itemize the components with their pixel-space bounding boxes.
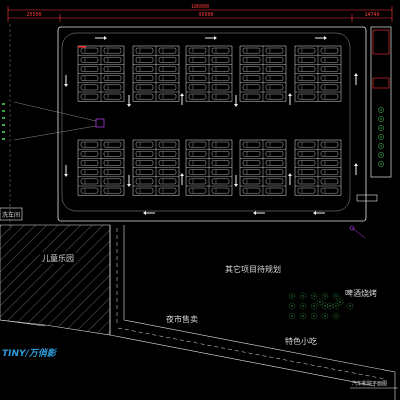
night-market-label: 夜市售卖 bbox=[166, 314, 198, 324]
tree-trunk bbox=[335, 315, 337, 317]
tree-trunk bbox=[324, 305, 326, 307]
tree-trunk bbox=[349, 305, 351, 307]
tree-trunk bbox=[302, 315, 304, 317]
tree-trunk bbox=[302, 305, 304, 307]
tree-trunk bbox=[380, 154, 382, 156]
dim-total: 186000 bbox=[191, 4, 209, 10]
tree-trunk bbox=[335, 295, 337, 297]
tree-trunk bbox=[380, 136, 382, 138]
playground-label: 儿童乐园 bbox=[42, 253, 74, 263]
tree-trunk bbox=[291, 305, 293, 307]
tree-trunk bbox=[380, 118, 382, 120]
tree-trunk bbox=[302, 295, 304, 297]
dim-mid: 95600 bbox=[198, 12, 213, 18]
tree-trunk bbox=[339, 301, 341, 303]
tree-trunk bbox=[324, 295, 326, 297]
tree-trunk bbox=[335, 305, 337, 307]
snacks-label: 特色小吃 bbox=[285, 336, 317, 346]
tree-trunk bbox=[313, 295, 315, 297]
tree-trunk bbox=[380, 127, 382, 129]
tree-trunk bbox=[291, 315, 293, 317]
site-plan: 186000 25500 95600 14740 洗车间 儿童乐园 其它项目待规… bbox=[0, 0, 400, 400]
tree-trunk bbox=[324, 315, 326, 317]
tree-trunk bbox=[291, 295, 293, 297]
dim-right: 14740 bbox=[364, 12, 379, 18]
tree-trunk bbox=[313, 315, 315, 317]
tree-trunk bbox=[313, 305, 315, 307]
tree-trunk bbox=[319, 301, 321, 303]
logo-text: TINY/万俏影 bbox=[2, 348, 58, 359]
car-wash-label: 洗车间 bbox=[2, 211, 20, 219]
dim-left: 25500 bbox=[26, 12, 41, 18]
tree-trunk bbox=[380, 163, 382, 165]
reserved-area-label: 其它项目待规划 bbox=[225, 264, 281, 274]
drawing-title: 汽车影院平面图 bbox=[352, 380, 387, 387]
wheel-stop bbox=[78, 46, 86, 48]
tree-trunk bbox=[380, 109, 382, 111]
tree-trunk bbox=[380, 145, 382, 147]
tree-trunk bbox=[329, 305, 331, 307]
beer-bbq-label: 啤酒烧烤 bbox=[345, 288, 377, 298]
playground-area bbox=[0, 224, 111, 336]
